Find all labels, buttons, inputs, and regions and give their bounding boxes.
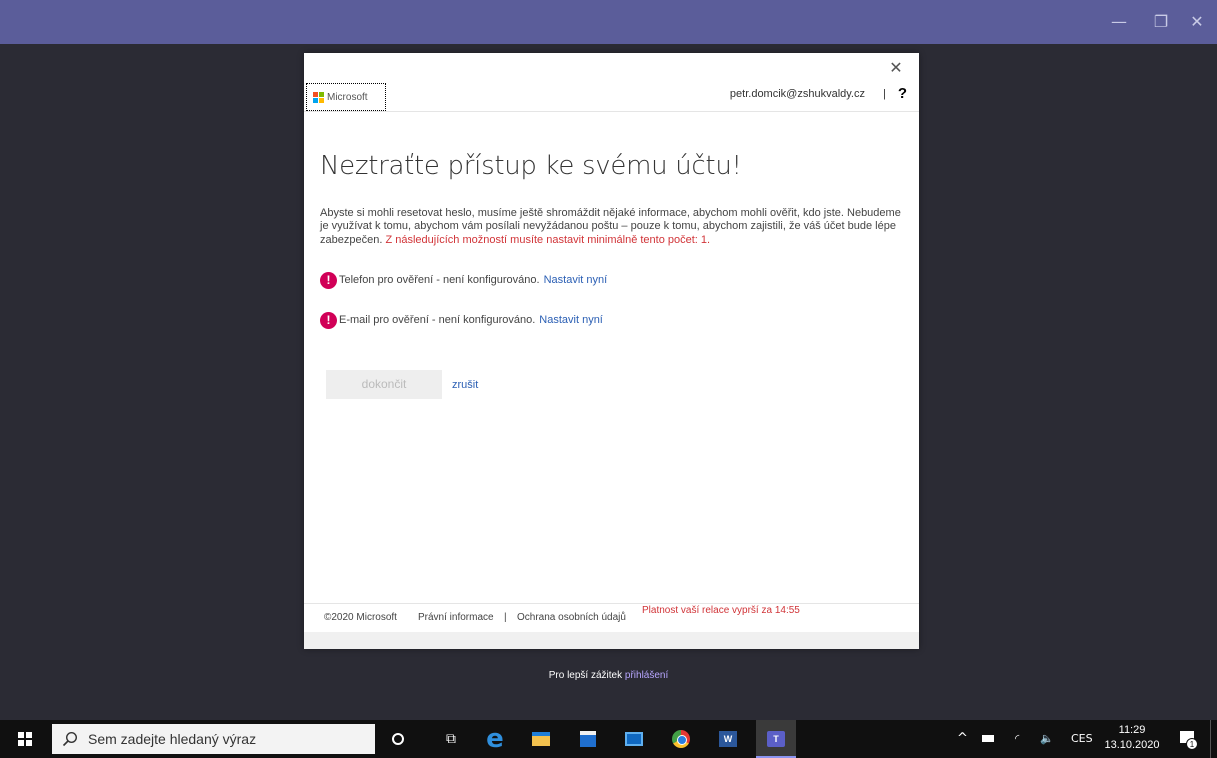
file-explorer-icon[interactable] (530, 728, 552, 750)
maximize-icon: ❐ (1153, 12, 1169, 31)
notification-badge: 1 (1186, 738, 1198, 750)
email-method-row: ! E-mail pro ověření - není konfigurován… (320, 310, 603, 330)
session-expiry-text: Platnost vaší relace vyprší za 14:55 (642, 605, 800, 616)
teams-icon[interactable]: T (765, 728, 787, 750)
security-info-dialog: ✕ Microsoft petr.domcik@zshukvaldy.cz | … (304, 53, 919, 649)
phone-method-text: Telefon pro ověření - není konfigurováno… (339, 274, 540, 286)
intro-required-text: Z následujících možností musíte nastavit… (385, 233, 711, 246)
notification-icon[interactable]: 1 (1178, 728, 1198, 750)
clock[interactable]: 11:29 13.10.2020 (1102, 723, 1162, 753)
search-placeholder: Sem zadejte hledaný výraz (88, 731, 257, 747)
chrome-icon[interactable] (670, 728, 692, 750)
close-window-button[interactable]: ✕ (1187, 12, 1207, 32)
page-title: Neztraťte přístup ke svému účtu! (320, 151, 742, 181)
warning-icon: ! (320, 271, 337, 289)
word-icon[interactable]: W (717, 728, 739, 750)
footer-separator: | (504, 612, 507, 623)
microsoft-logo: Microsoft (306, 83, 386, 111)
sign-in-link[interactable]: přihlášení (625, 670, 668, 681)
cancel-link[interactable]: zrušit (452, 379, 478, 391)
taskbar-search-box[interactable]: Sem zadejte hledaný výraz (52, 724, 375, 754)
show-desktop-button[interactable] (1210, 720, 1211, 758)
close-icon: ✕ (1190, 12, 1204, 31)
edge-icon[interactable]: e (484, 724, 506, 754)
legal-link[interactable]: Právní informace (418, 612, 494, 623)
user-email[interactable]: petr.domcik@zshukvaldy.cz (730, 88, 865, 100)
warning-icon: ! (320, 311, 337, 329)
footer-copyright: ©2020 Microsoft (324, 612, 397, 623)
clock-date: 13.10.2020 (1104, 739, 1160, 751)
chevron-up-icon[interactable]: ^ (957, 732, 968, 746)
phone-method-row: ! Telefon pro ověření - není konfigurová… (320, 270, 607, 290)
header-separator: | (883, 88, 886, 100)
header-divider (304, 111, 919, 112)
search-icon (62, 731, 78, 747)
dialog-bottom-bar (304, 632, 919, 649)
language-indicator[interactable]: CES (1071, 732, 1093, 746)
battery-icon[interactable] (982, 735, 994, 742)
phone-setup-link[interactable]: Nastavit nyní (544, 274, 608, 286)
finish-button[interactable]: dokončit (326, 370, 442, 399)
volume-icon[interactable]: 🔈 (1040, 732, 1054, 746)
mail-icon[interactable] (623, 728, 645, 750)
better-experience-text: Pro lepší zážitek přihlášení (0, 670, 1217, 681)
task-view-icon[interactable]: ⧉ (440, 728, 462, 750)
cortana-icon[interactable] (387, 728, 409, 750)
intro-text: Abyste si mohli resetovat heslo, musíme … (320, 207, 905, 247)
minimize-icon: — (1111, 12, 1127, 31)
close-icon: ✕ (889, 58, 903, 77)
taskbar: Sem zadejte hledaný výraz ⧉ e W T ^ ◜ 🔈 … (0, 720, 1217, 758)
dialog-close-button[interactable]: ✕ (887, 59, 905, 77)
better-experience-label: Pro lepší zážitek (548, 670, 625, 681)
logo-text: Microsoft (327, 91, 368, 103)
footer-divider (304, 603, 919, 604)
store-icon[interactable] (577, 728, 599, 750)
minimize-button[interactable]: — (1109, 12, 1129, 32)
email-setup-link[interactable]: Nastavit nyní (539, 314, 603, 326)
privacy-link[interactable]: Ochrana osobních údajů (517, 612, 626, 623)
maximize-button[interactable]: ❐ (1151, 12, 1171, 32)
email-method-text: E-mail pro ověření - není konfigurováno. (339, 314, 536, 326)
microsoft-logo-icon (313, 91, 324, 103)
wifi-icon[interactable]: ◜ (1015, 732, 1019, 746)
clock-time: 11:29 (1118, 724, 1146, 736)
window-title-bar: — ❐ ✕ (0, 0, 1217, 44)
help-icon[interactable]: ? (898, 85, 907, 102)
windows-start-icon[interactable] (18, 732, 32, 746)
